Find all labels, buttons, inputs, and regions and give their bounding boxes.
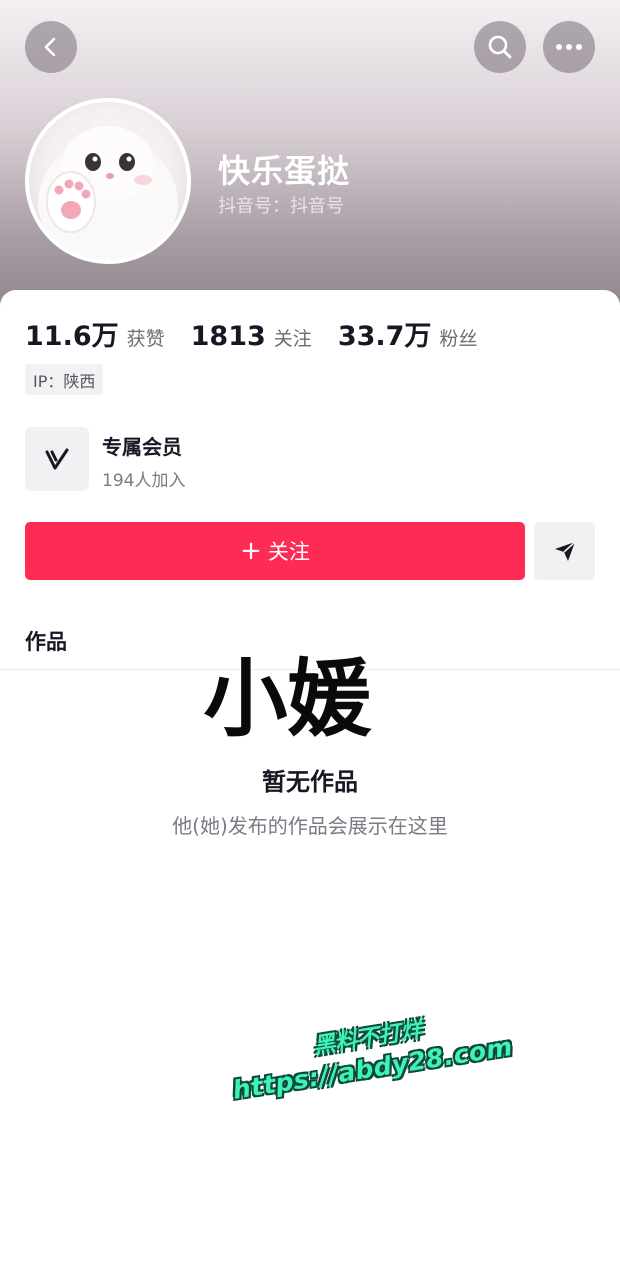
follow-button[interactable]: + 关注	[25, 522, 525, 580]
kitten-avatar-image	[38, 112, 178, 260]
stat-followers-value: 33.7万	[337, 321, 432, 352]
membership-icon-box[interactable]	[25, 427, 89, 491]
stat-following-value: 1813	[190, 321, 266, 352]
follow-label: 关注	[267, 540, 310, 564]
profile-sheet: 11.6万 获赞 1813 关注 33.7万 粉丝 IP：陕西 专属会员 194…	[0, 290, 620, 1280]
more-horizontal-icon	[556, 44, 582, 50]
stat-following[interactable]: 1813 关注	[191, 321, 312, 352]
avatar[interactable]	[25, 98, 191, 264]
chevron-left-icon	[44, 37, 56, 57]
stats-row: 11.6万 获赞 1813 关注 33.7万 粉丝	[25, 314, 503, 353]
membership-count: 194人加入	[102, 471, 186, 491]
stat-following-label: 关注	[273, 328, 312, 350]
search-button[interactable]	[474, 21, 526, 73]
stat-likes-value: 11.6万	[25, 321, 119, 352]
stat-likes[interactable]: 11.6万 获赞	[25, 314, 165, 353]
empty-state-title: 暂无作品	[262, 768, 358, 796]
stat-likes-label: 获赞	[126, 328, 165, 350]
profile-id: 抖音号：抖音号	[218, 196, 344, 217]
send-icon	[554, 541, 576, 561]
more-button[interactable]	[543, 21, 595, 73]
membership-title[interactable]: 专属会员	[102, 431, 182, 460]
stat-followers-label: 粉丝	[439, 328, 478, 350]
profile-name: 快乐蛋挞	[218, 152, 351, 190]
plus-icon: +	[240, 536, 262, 566]
search-icon	[488, 35, 512, 59]
v-logo-icon	[45, 448, 69, 470]
ip-location-tag: IP：陕西	[25, 364, 104, 395]
back-button[interactable]	[25, 21, 77, 73]
overlay-caption: 小媛	[203, 650, 372, 748]
empty-state-subtitle: 他(她)发布的作品会展示在这里	[172, 814, 448, 838]
share-button[interactable]	[534, 522, 595, 580]
stat-followers[interactable]: 33.7万 粉丝	[338, 314, 478, 353]
